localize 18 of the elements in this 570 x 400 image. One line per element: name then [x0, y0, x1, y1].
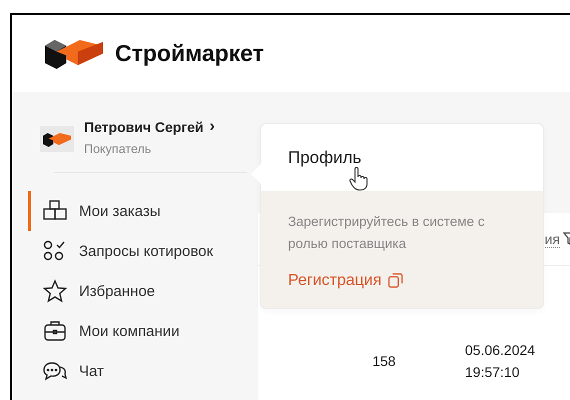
user-role: Покупатель [84, 142, 152, 156]
profile-menu-item[interactable]: Профиль [288, 148, 362, 168]
briefcase-icon [43, 319, 67, 343]
table-cell-text: 158 [371, 353, 397, 369]
star-icon [43, 279, 67, 303]
logo-icon [45, 38, 103, 69]
table-cell-text: 05.06.2024 19:57:10 [465, 340, 536, 382]
chevron-icon[interactable]: › [210, 118, 215, 136]
menu-item[interactable]: Запросы котировок [28, 231, 258, 271]
brand-name: Строймаркет [115, 40, 264, 67]
company-logo-avatar [40, 126, 74, 152]
menu-item[interactable]: Мои компании [28, 311, 258, 351]
registration-message: Зарегистрируйтесь в системе с ролью поставщика [288, 213, 486, 254]
menu-item[interactable]: Избранное [28, 271, 258, 311]
menu-item[interactable]: Чат [28, 351, 258, 391]
checklist-circles-icon [43, 239, 67, 263]
user-name-link[interactable]: Петрович Сергей [84, 119, 204, 135]
copy-icon [388, 273, 403, 288]
